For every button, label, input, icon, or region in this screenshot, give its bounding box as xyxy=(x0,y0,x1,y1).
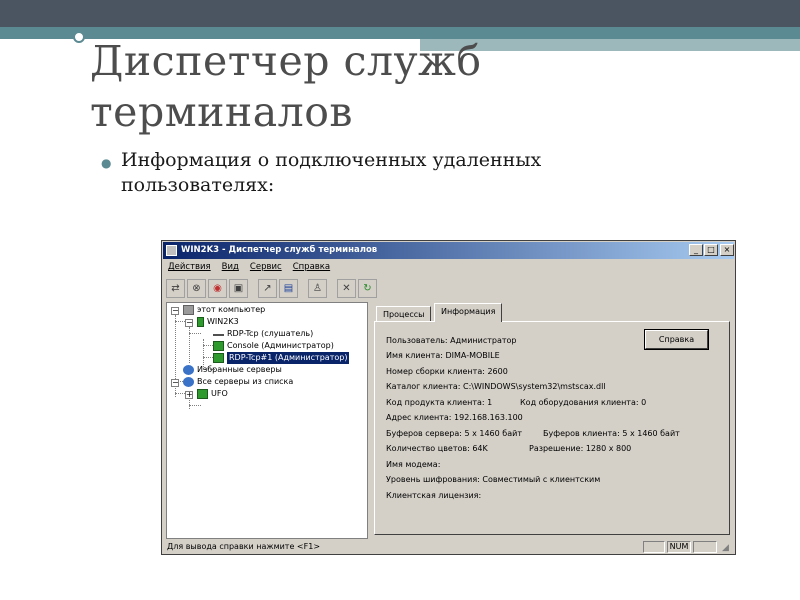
server-icon xyxy=(197,317,204,327)
status-text: Для вывода справки нажмите <F1> xyxy=(167,542,321,551)
info-client-buffers: Буферов клиента: 5 x 1460 байт xyxy=(543,429,680,438)
logoff-icon[interactable]: ♙ xyxy=(308,279,327,298)
tree-item-favorites[interactable]: Избранные серверы xyxy=(183,364,282,376)
session-icon xyxy=(213,353,224,363)
tree-item-this-computer[interactable]: этот компьютер xyxy=(183,304,265,316)
info-encryption: Уровень шифрования: Совместимый с клиент… xyxy=(386,475,601,484)
status-num: NUM xyxy=(667,541,691,553)
info-product-id: Код продукта клиента: 1 xyxy=(386,398,493,407)
tree-item-session-listener[interactable]: RDP-Tcp (слушатель) xyxy=(213,328,313,340)
all-servers-icon xyxy=(183,377,194,387)
info-hardware-id: Код оборудования клиента: 0 xyxy=(520,398,647,407)
maximize-button[interactable]: □ xyxy=(704,244,718,256)
status-bar: Для вывода справки нажмите <F1> NUM ◢ xyxy=(164,540,733,553)
remote-control-icon[interactable]: ▣ xyxy=(229,279,248,298)
menu-bar: Действия Вид Сервис Справка xyxy=(168,262,330,274)
expander-server[interactable]: − xyxy=(185,319,193,327)
expander-all-servers[interactable]: − xyxy=(171,379,179,387)
tab-processes[interactable]: Процессы xyxy=(376,306,432,322)
info-directory: Каталог клиента: C:\WINDOWS\system32\mst… xyxy=(386,382,606,391)
info-modem: Имя модема: xyxy=(386,460,441,469)
info-client-name: Имя клиента: DIMA-MOBILE xyxy=(386,351,500,360)
window-titlebar[interactable]: WIN2K3 - Диспетчер служб терминалов _ □ … xyxy=(163,242,734,259)
domain-icon xyxy=(197,389,208,399)
expander-root[interactable]: − xyxy=(171,307,179,315)
tree-item-server[interactable]: WIN2K3 xyxy=(197,316,239,328)
connect-icon[interactable]: ⇄ xyxy=(166,279,185,298)
details-pane: Процессы Информация Справка Пользователь… xyxy=(371,302,732,539)
status-panel-empty xyxy=(643,541,665,553)
favorites-icon xyxy=(183,365,194,375)
info-user: Пользователь: Администратор xyxy=(386,336,517,345)
window-title: WIN2K3 - Диспетчер служб терминалов xyxy=(181,245,378,255)
header-band-dark xyxy=(0,0,800,27)
disconnect-icon[interactable]: ⊗ xyxy=(187,279,206,298)
reset-icon[interactable]: ↗ xyxy=(258,279,277,298)
console-icon xyxy=(213,341,224,351)
end-process-icon[interactable]: ✕ xyxy=(337,279,356,298)
header-circle xyxy=(73,31,85,43)
tree-item-all-servers[interactable]: Все серверы из списка xyxy=(183,376,293,388)
tsadmin-window: WIN2K3 - Диспетчер служб терминалов _ □ … xyxy=(161,240,736,555)
tree-item-session-rdp1[interactable]: RDP-Tcp#1 (Администратор) xyxy=(213,352,350,364)
menu-actions[interactable]: Действия xyxy=(168,262,211,274)
message-icon[interactable]: ◉ xyxy=(208,279,227,298)
info-panel: Справка Пользователь: Администратор Имя … xyxy=(374,321,730,535)
status-panel-scroll xyxy=(693,541,717,553)
computer-icon xyxy=(183,305,194,315)
help-button[interactable]: Справка xyxy=(644,329,709,350)
status-icon[interactable]: ▤ xyxy=(279,279,298,298)
listener-icon xyxy=(213,332,224,336)
tree-item-session-console[interactable]: Console (Администратор) xyxy=(213,340,334,352)
server-tree: − этот компьютер − WIN2K3 RDP-Tcp (слуша… xyxy=(166,302,368,539)
slide-bullet: Информация о подключенных удаленных поль… xyxy=(121,149,542,196)
app-icon xyxy=(166,245,177,256)
close-button[interactable]: × xyxy=(720,244,734,256)
info-colors: Количество цветов: 64K xyxy=(386,444,488,453)
refresh-icon[interactable]: ↻ xyxy=(358,279,377,298)
expander-domain[interactable]: + xyxy=(185,391,193,399)
toolbar: ⇄ ⊗ ◉ ▣ ↗ ▤ ♙ ✕ ↻ xyxy=(166,279,377,299)
menu-tools[interactable]: Сервис xyxy=(250,262,282,274)
minimize-button[interactable]: _ xyxy=(689,244,703,256)
info-resolution: Разрешение: 1280 x 800 xyxy=(529,444,632,453)
size-grip-icon[interactable]: ◢ xyxy=(722,542,729,555)
info-build: Номер сборки клиента: 2600 xyxy=(386,367,508,376)
tab-information[interactable]: Информация xyxy=(434,303,503,322)
menu-help[interactable]: Справка xyxy=(293,262,330,274)
info-license: Клиентская лицензия: xyxy=(386,491,482,500)
slide-title: Диспетчер служб терминалов xyxy=(90,37,482,136)
bullet-icon: ● xyxy=(101,156,112,170)
info-address: Адрес клиента: 192.168.163.100 xyxy=(386,413,523,422)
info-server-buffers: Буферов сервера: 5 x 1460 байт xyxy=(386,429,522,438)
tree-item-domain[interactable]: UFO xyxy=(197,388,228,400)
menu-view[interactable]: Вид xyxy=(222,262,239,274)
